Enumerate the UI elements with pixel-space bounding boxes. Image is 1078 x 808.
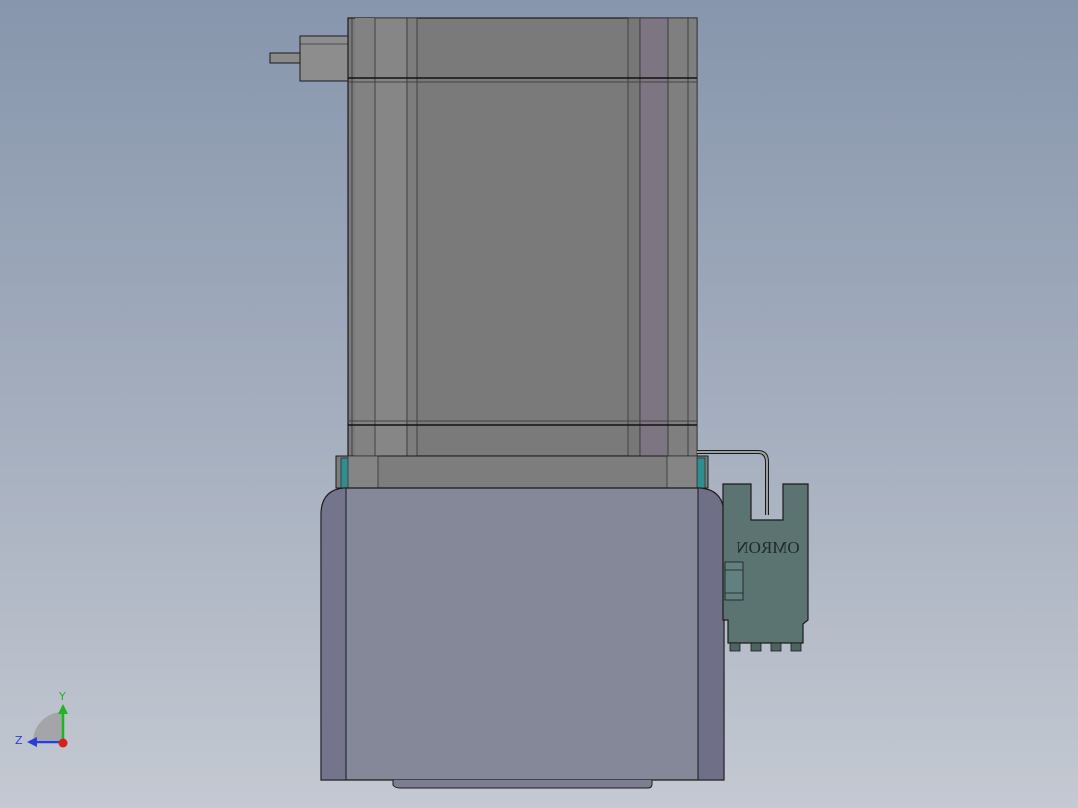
cad-viewport[interactable]: OMRON Y Z	[0, 0, 1078, 808]
y-axis-label: Y	[58, 690, 66, 703]
sensor-brand-label: OMRON	[736, 538, 799, 557]
motor-flange[interactable]	[335, 455, 709, 489]
x-axis-dot-icon	[58, 738, 68, 748]
axis-triad: Y Z	[15, 690, 68, 748]
motor-shaft[interactable]	[269, 35, 349, 82]
gearbox-body[interactable]	[320, 487, 725, 789]
z-axis-arrow-icon	[27, 737, 37, 747]
y-axis-arrow-icon	[58, 704, 68, 714]
motor-body[interactable]	[347, 17, 698, 457]
z-axis-label: Z	[15, 734, 23, 747]
